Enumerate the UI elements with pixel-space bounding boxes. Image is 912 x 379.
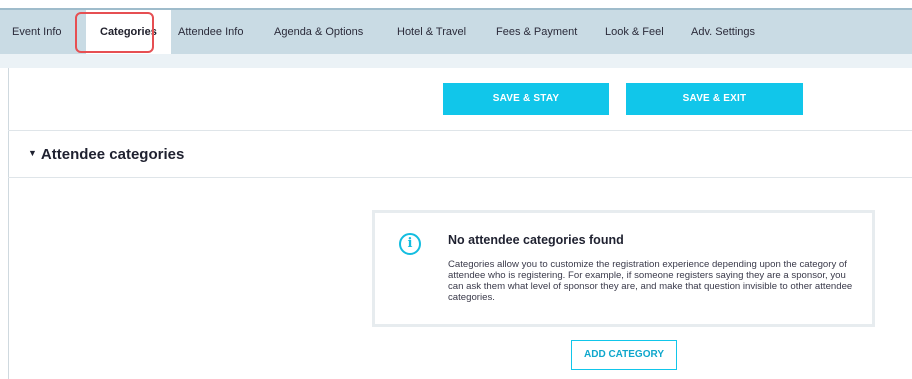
tab-look-feel[interactable]: Look & Feel [605, 10, 664, 54]
divider [8, 130, 912, 131]
save-and-exit-button[interactable]: SAVE & EXIT [626, 83, 803, 115]
add-category-button[interactable]: ADD CATEGORY [571, 340, 677, 370]
tab-hotel-travel[interactable]: Hotel & Travel [397, 10, 466, 54]
tab-event-info[interactable]: Event Info [12, 10, 62, 54]
section-header[interactable]: ▼ Attendee categories [28, 146, 184, 163]
save-and-stay-button[interactable]: SAVE & STAY [443, 83, 609, 115]
left-border [8, 68, 9, 379]
tab-agenda-options[interactable]: Agenda & Options [274, 10, 363, 54]
empty-state-description: Categories allow you to customize the re… [448, 259, 853, 303]
empty-state-panel: i No attendee categories found Categorie… [372, 210, 875, 327]
caret-down-icon: ▼ [28, 148, 37, 158]
info-icon: i [399, 233, 421, 255]
tab-categories[interactable]: Categories [86, 10, 171, 54]
sub-header-band [0, 54, 912, 68]
tab-attendee-info[interactable]: Attendee Info [178, 10, 243, 54]
empty-state-title: No attendee categories found [448, 233, 624, 247]
divider [8, 177, 912, 178]
tab-bar: Event Info Categories Attendee Info Agen… [0, 8, 912, 54]
tab-adv-settings[interactable]: Adv. Settings [691, 10, 755, 54]
tab-fees-payment[interactable]: Fees & Payment [496, 10, 577, 54]
section-title: Attendee categories [40, 146, 185, 163]
